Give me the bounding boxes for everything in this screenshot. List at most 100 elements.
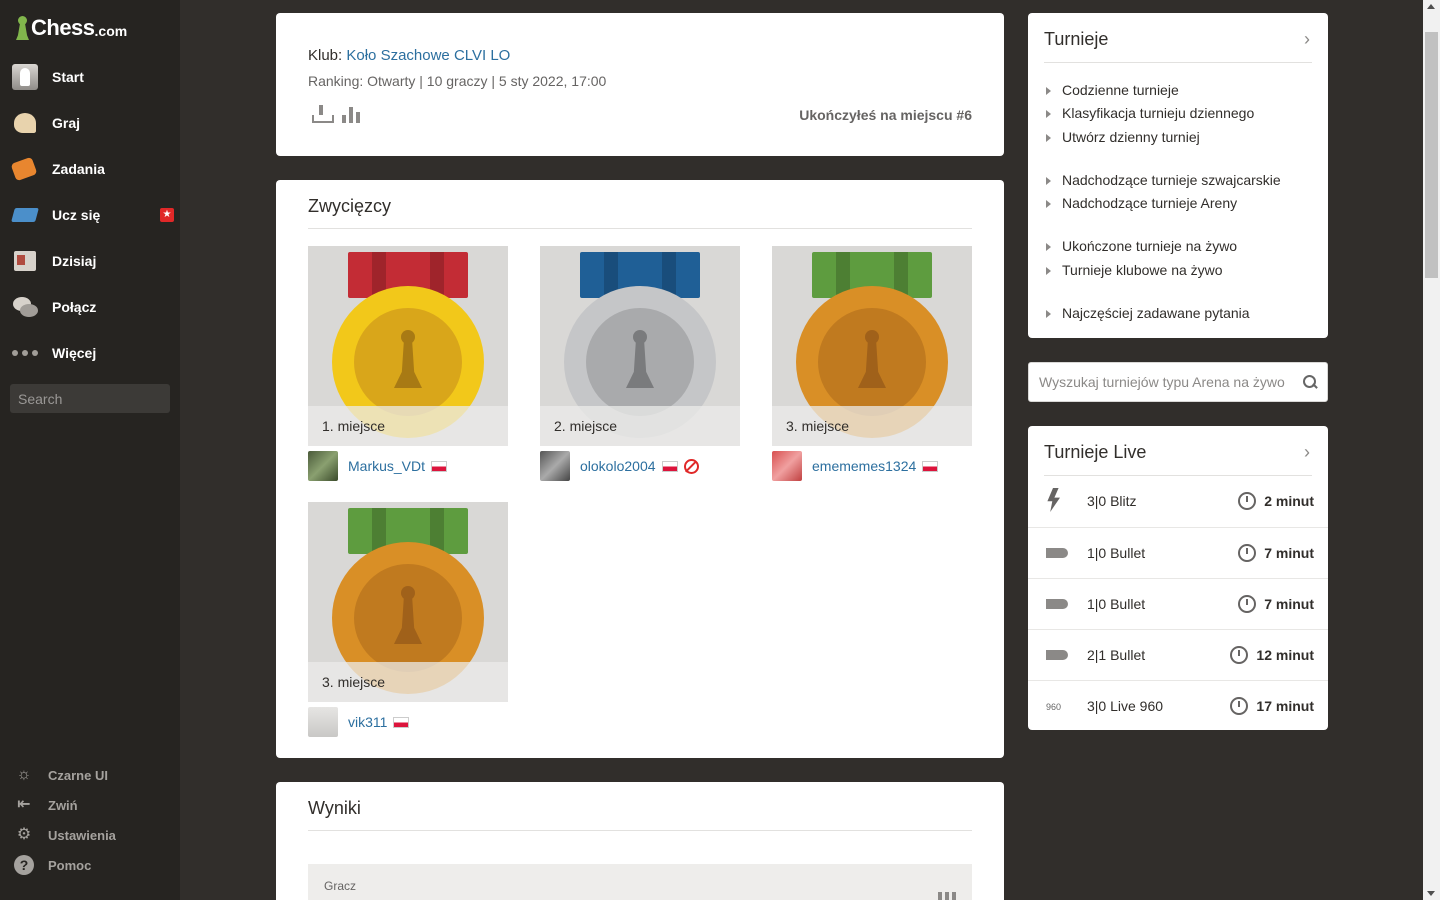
starts-in: 17 minut <box>1230 697 1314 715</box>
nav-start[interactable]: Start <box>0 54 180 100</box>
ranking-info: Ranking: Otwarty | 10 graczy | 5 sty 202… <box>308 73 607 89</box>
gold-medal: 1. miejsce <box>308 246 508 446</box>
poland-flag-icon <box>661 460 678 472</box>
chevron-right-icon[interactable]: › <box>1304 442 1310 463</box>
page-scrollbar[interactable] <box>1423 0 1440 900</box>
clock-icon <box>1238 544 1257 562</box>
news-icon <box>12 248 38 274</box>
puzzle-icon <box>12 156 38 182</box>
clock-icon <box>1238 492 1257 510</box>
nav-graj[interactable]: Graj <box>0 100 180 146</box>
poland-flag-icon <box>431 460 448 472</box>
pawn-logo-icon <box>14 14 30 42</box>
live-tournaments-card: Turnieje Live › 3|0 Blitz 2 minut 1|0 Bu… <box>1028 426 1328 730</box>
link-daily-tournaments[interactable]: Codzienne turnieje <box>1046 79 1281 102</box>
live-row[interactable]: 1|0 Bullet 7 minut <box>1028 527 1328 578</box>
live-row[interactable]: 2|1 Bullet 12 minut <box>1028 629 1328 680</box>
winner-player: Markus_VDt <box>308 451 448 481</box>
link-upcoming-arena[interactable]: Nadchodzące turnieje Areny <box>1046 192 1281 215</box>
scroll-up-icon[interactable] <box>1427 4 1435 9</box>
theme-icon: ☼ <box>16 766 32 783</box>
help-icon: ? <box>14 855 34 875</box>
arena-search-input[interactable] <box>1029 363 1297 401</box>
leaderboard-icon <box>938 877 956 900</box>
chevron-right-icon[interactable]: › <box>1304 29 1310 50</box>
time-control: 3|0 Live 960 <box>1087 698 1164 714</box>
silver-medal: 2. miejsce <box>540 246 740 446</box>
more-dots-icon <box>12 340 38 366</box>
link-upcoming-swiss[interactable]: Nadchodzące turnieje szwajcarskie <box>1046 169 1281 192</box>
bullet-icon <box>1046 646 1068 666</box>
live-list: 3|0 Blitz 2 minut 1|0 Bullet 7 minut 1|0… <box>1028 476 1328 731</box>
pawn-icon <box>858 330 886 388</box>
finish-position: Ukończyłeś na miejscu #6 <box>799 107 972 123</box>
player-link[interactable]: emememes1324 <box>812 458 916 474</box>
nav-label: Dzisiaj <box>52 253 97 269</box>
settings-link[interactable]: ⚙ Ustawienia <box>14 820 116 850</box>
nav-label: Start <box>52 69 84 85</box>
place-label: 3. miejsce <box>786 418 850 434</box>
avatar[interactable] <box>540 451 570 481</box>
place-label: 2. miejsce <box>554 418 618 434</box>
starts-in: 7 minut <box>1238 544 1314 562</box>
nav-label: Połącz <box>52 299 97 315</box>
dark-ui-toggle[interactable]: ☼ Czarne UI <box>14 760 116 790</box>
gear-icon: ⚙ <box>16 826 32 843</box>
winner-player: emememes1324 <box>772 451 939 481</box>
sidebar-search-input[interactable] <box>10 384 170 413</box>
divider <box>1044 62 1312 63</box>
nav-label: Graj <box>52 115 81 131</box>
nav-label: Więcej <box>52 345 97 361</box>
arena-search <box>1028 362 1328 402</box>
divider <box>308 228 972 229</box>
new-badge-icon: ★ <box>160 208 174 222</box>
avatar[interactable] <box>308 451 338 481</box>
nav-label: Ucz się <box>52 207 101 223</box>
col-player[interactable]: Gracz <box>324 879 356 893</box>
live-row[interactable]: 960 3|0 Live 960 17 minut <box>1028 680 1328 731</box>
bullet-icon <box>1046 595 1068 615</box>
results-table-header: Gracz <box>308 864 972 900</box>
collapse-button[interactable]: ⇤ Zwiń <box>14 790 116 820</box>
link-daily-leaderboard[interactable]: Klasyfikacja turnieju dziennego <box>1046 102 1281 125</box>
club-link[interactable]: Koło Szachowe CLVI LO <box>346 47 510 64</box>
scroll-down-icon[interactable] <box>1427 891 1435 896</box>
player-link[interactable]: vik311 <box>348 714 387 730</box>
place-label: 1. miejsce <box>322 418 386 434</box>
poland-flag-icon <box>922 460 939 472</box>
link-club-live[interactable]: Turnieje klubowe na żywo <box>1046 259 1281 282</box>
live-row[interactable]: 3|0 Blitz 2 minut <box>1028 476 1328 527</box>
link-faq[interactable]: Najczęściej zadawane pytania <box>1046 302 1281 325</box>
nav-wiecej[interactable]: Więcej <box>0 330 180 376</box>
help-link[interactable]: ? Pomoc <box>14 850 116 880</box>
nav-zadania[interactable]: Zadania <box>0 146 180 192</box>
leaderboard-icon[interactable] <box>342 105 360 123</box>
clock-icon <box>1238 595 1257 613</box>
tournament-links: Codzienne turnieje Klasyfikacja turnieju… <box>1046 79 1281 325</box>
chess-com-logo[interactable]: Chess .com <box>14 14 127 42</box>
download-icon[interactable] <box>312 105 334 123</box>
place-label: 3. miejsce <box>322 674 386 690</box>
live-title[interactable]: Turnieje Live <box>1044 442 1146 463</box>
nav-ucz-sie[interactable]: Ucz się ★ <box>0 192 180 238</box>
live-row[interactable]: 1|0 Bullet 7 minut <box>1028 578 1328 629</box>
avatar[interactable] <box>772 451 802 481</box>
player-link[interactable]: Markus_VDt <box>348 458 425 474</box>
avatar[interactable] <box>308 707 338 737</box>
nav-polacz[interactable]: Połącz <box>0 284 180 330</box>
collapse-icon: ⇤ <box>17 796 31 813</box>
player-link[interactable]: olokolo2004 <box>580 458 656 474</box>
results-title: Wyniki <box>308 798 361 818</box>
sidebar: Chess .com Start Graj Zadania Ucz się ★ D… <box>0 0 180 900</box>
clock-icon <box>1230 697 1249 715</box>
nav-dzisiaj[interactable]: Dzisiaj <box>0 238 180 284</box>
starts-in: 2 minut <box>1238 492 1314 510</box>
link-finished-live[interactable]: Ukończone turnieje na żywo <box>1046 235 1281 258</box>
main-nav: Start Graj Zadania Ucz się ★ Dzisiaj Poł… <box>0 54 180 376</box>
link-create-daily[interactable]: Utwórz dzienny turniej <box>1046 126 1281 149</box>
tournaments-title[interactable]: Turnieje <box>1044 29 1108 50</box>
tool-icons <box>312 105 360 123</box>
scrollbar-thumb[interactable] <box>1425 32 1438 278</box>
closed-account-icon <box>683 458 699 474</box>
search-icon[interactable] <box>1303 375 1317 389</box>
